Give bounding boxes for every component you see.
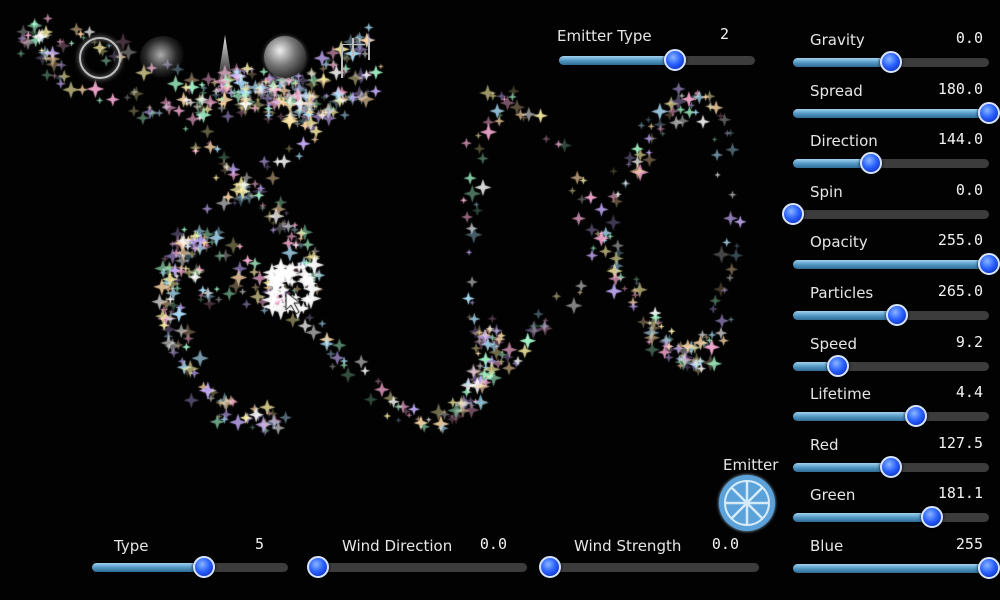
speed-value: 9.2 bbox=[955, 332, 983, 351]
speed-label: Speed bbox=[810, 334, 858, 353]
emitter-type-slider-thumb[interactable] bbox=[663, 49, 686, 71]
bubble-preset-icon[interactable] bbox=[264, 36, 306, 78]
cloud-preset-icon[interactable] bbox=[140, 36, 186, 78]
spin-slider[interactable] bbox=[782, 202, 989, 225]
spin-control: Spin 0.0 bbox=[782, 180, 998, 227]
type-label: Type bbox=[114, 537, 149, 555]
blue-control: Blue 255 bbox=[793, 535, 1000, 581]
opacity-control: Opacity 255.0 bbox=[793, 231, 1000, 277]
type-slider[interactable] bbox=[92, 556, 288, 578]
wind-direction-slider-thumb[interactable] bbox=[307, 556, 329, 578]
opacity-slider-fill bbox=[793, 260, 989, 270]
wind-direction-label: Wind Direction bbox=[342, 537, 453, 555]
opacity-slider[interactable] bbox=[793, 253, 1000, 276]
blue-slider[interactable] bbox=[793, 557, 1000, 579]
type-slider-thumb[interactable] bbox=[192, 556, 215, 578]
wind-direction-control: Wind Direction 0.0 bbox=[307, 535, 537, 581]
direction-slider-thumb[interactable] bbox=[860, 152, 883, 175]
emitter-label: Emitter bbox=[723, 456, 779, 474]
spin-slider-thumb[interactable] bbox=[782, 202, 804, 225]
speed-control: Speed 9.2 bbox=[793, 332, 998, 379]
green-slider-fill bbox=[793, 513, 933, 523]
spread-slider[interactable] bbox=[793, 101, 1000, 124]
red-slider[interactable] bbox=[793, 455, 989, 478]
particles-slider[interactable] bbox=[793, 304, 989, 326]
type-value: 5 bbox=[254, 535, 264, 553]
wind-direction-value: 0.0 bbox=[479, 535, 507, 553]
spread-value: 180.0 bbox=[937, 79, 983, 98]
speed-slider-thumb[interactable] bbox=[827, 354, 850, 377]
green-slider[interactable] bbox=[793, 506, 989, 529]
gravity-value: 0.0 bbox=[955, 29, 983, 47]
wind-strength-value: 0.0 bbox=[711, 535, 739, 553]
lifetime-slider[interactable] bbox=[793, 405, 989, 428]
direction-value: 144.0 bbox=[937, 130, 983, 149]
red-control: Red 127.5 bbox=[793, 433, 998, 480]
gravity-control: Gravity 0.0 bbox=[793, 29, 998, 75]
emitter-type-control: Emitter Type 2 bbox=[557, 25, 757, 71]
lifetime-value: 4.4 bbox=[955, 383, 983, 402]
emitter-type-slider-fill bbox=[559, 56, 675, 65]
wind-direction-slider[interactable] bbox=[307, 556, 527, 578]
wind-strength-control: Wind Strength 0.0 bbox=[539, 535, 769, 581]
wind-strength-slider[interactable] bbox=[539, 556, 759, 578]
green-slider-thumb[interactable] bbox=[921, 506, 944, 529]
green-value: 181.1 bbox=[937, 484, 983, 503]
gravity-slider[interactable] bbox=[793, 51, 989, 73]
particles-value: 265.0 bbox=[937, 282, 983, 300]
direction-slider[interactable] bbox=[793, 152, 989, 175]
particles-slider-thumb[interactable] bbox=[885, 304, 908, 326]
lifetime-slider-thumb[interactable] bbox=[905, 405, 928, 428]
green-label: Green bbox=[810, 486, 856, 505]
emitter-wheel-icon bbox=[724, 480, 770, 526]
particles-control: Particles 265.0 bbox=[793, 282, 998, 328]
spread-label: Spread bbox=[810, 81, 863, 100]
blue-value: 255 bbox=[955, 535, 983, 553]
emitter-type-value: 2 bbox=[719, 25, 729, 43]
gravity-label: Gravity bbox=[810, 31, 865, 49]
spin-value: 0.0 bbox=[955, 180, 983, 199]
emitter-type-label: Emitter Type bbox=[557, 27, 652, 45]
direction-control: Direction 144.0 bbox=[793, 130, 998, 176]
line-preset-icon[interactable] bbox=[338, 38, 374, 80]
particles-slider-fill bbox=[793, 311, 897, 320]
wind-strength-slider-thumb[interactable] bbox=[539, 556, 561, 578]
spin-label: Spin bbox=[810, 182, 843, 201]
red-value: 127.5 bbox=[937, 433, 983, 452]
type-slider-fill bbox=[92, 563, 204, 572]
gravity-slider-fill bbox=[793, 58, 891, 67]
blue-label: Blue bbox=[810, 537, 844, 555]
speed-slider[interactable] bbox=[793, 354, 989, 377]
spread-control: Spread 180.0 bbox=[793, 79, 1000, 126]
wind-strength-label: Wind Strength bbox=[574, 537, 682, 555]
spread-slider-thumb[interactable] bbox=[978, 101, 1000, 124]
type-control: Type 5 bbox=[92, 535, 298, 581]
red-slider-fill bbox=[793, 462, 891, 472]
blue-slider-fill bbox=[793, 564, 989, 573]
blue-slider-thumb[interactable] bbox=[978, 557, 1000, 579]
direction-label: Direction bbox=[810, 132, 878, 151]
lifetime-slider-fill bbox=[793, 412, 917, 422]
green-control: Green 181.1 bbox=[793, 484, 998, 530]
emitter-type-slider[interactable] bbox=[559, 49, 755, 71]
gravity-slider-thumb[interactable] bbox=[880, 51, 902, 73]
particles-label: Particles bbox=[810, 284, 874, 302]
emitter-button[interactable] bbox=[719, 475, 775, 531]
red-label: Red bbox=[810, 435, 839, 454]
spread-slider-fill bbox=[793, 108, 989, 118]
lifetime-label: Lifetime bbox=[810, 385, 871, 404]
lifetime-control: Lifetime 4.4 bbox=[793, 383, 998, 429]
ring-preset-icon[interactable] bbox=[79, 37, 121, 79]
opacity-value: 255.0 bbox=[937, 231, 983, 250]
opacity-slider-thumb[interactable] bbox=[978, 253, 1000, 276]
opacity-label: Opacity bbox=[810, 233, 868, 252]
red-slider-thumb[interactable] bbox=[880, 455, 902, 478]
